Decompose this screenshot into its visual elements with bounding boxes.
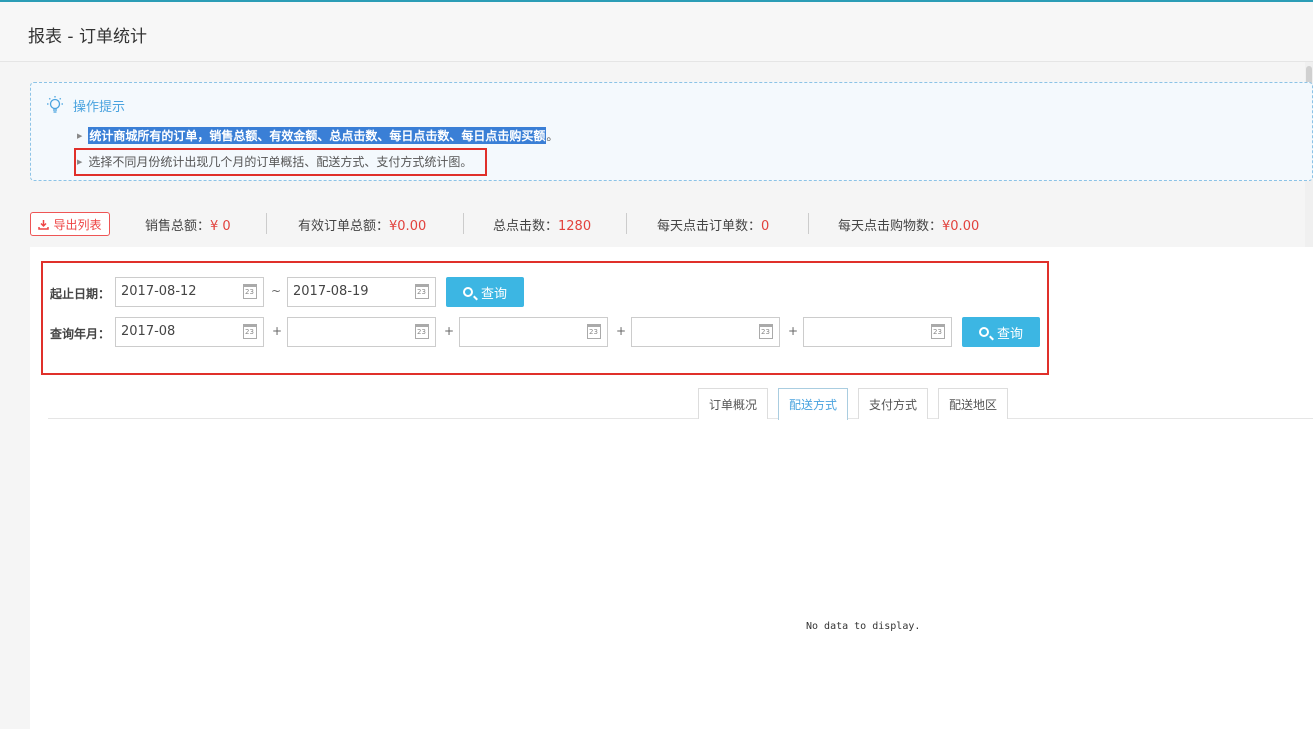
tips-title: 操作提示: [73, 99, 126, 115]
divider: [463, 213, 464, 234]
tab-delivery-method[interactable]: 配送方式: [778, 388, 848, 420]
stat-valid-order-total: 有效订单总额：¥0.00: [298, 215, 426, 234]
lightbulb-icon: [47, 96, 63, 113]
tip-suffix: 。: [546, 129, 559, 143]
tab-order-overview[interactable]: 订单概况: [698, 388, 768, 419]
caret-right-icon: ▶: [77, 131, 83, 140]
page-header: 报表 - 订单统计: [0, 2, 1313, 62]
stat-label: 销售总额：: [145, 219, 211, 234]
tab-payment-method[interactable]: 支付方式: [858, 388, 928, 419]
stat-label: 有效订单总额：: [298, 219, 390, 234]
chart-empty-message: No data to display.: [806, 621, 921, 632]
stat-label: 每天点击购物数：: [838, 219, 943, 234]
tip-item: ▶ 统计商城所有的订单，销售总额、有效金额、总点击数、每日点击数、每日点击购买额…: [77, 127, 558, 144]
stat-label: 每天点击订单数：: [657, 219, 762, 234]
divider: [626, 213, 627, 234]
export-label: 导出列表: [53, 217, 102, 232]
highlight-box-filter: [41, 261, 1049, 375]
highlight-box-tip: [74, 148, 487, 176]
stat-daily-click-purchase: 每天点击购物数：¥0.00: [838, 215, 979, 234]
stats-bar: 导出列表 销售总额：¥ 0 有效订单总额：¥0.00 总点击数：1280 每天点…: [30, 211, 1030, 237]
page-title: 报表 - 订单统计: [28, 27, 147, 47]
tab-label: 配送地区: [948, 397, 997, 412]
tabs-divider: [48, 418, 1313, 419]
tab-label: 订单概况: [708, 397, 757, 412]
export-list-button[interactable]: 导出列表: [30, 212, 110, 236]
divider: [266, 213, 267, 234]
tab-label: 支付方式: [868, 397, 917, 412]
stat-value: ¥ 0: [210, 219, 231, 234]
download-icon: [38, 219, 50, 230]
tips-header: 操作提示: [45, 95, 125, 115]
stat-daily-click-orders: 每天点击订单数：0: [657, 215, 769, 234]
stat-value: 1280: [558, 219, 592, 234]
stat-label: 总点击数：: [493, 219, 559, 234]
divider: [808, 213, 809, 234]
stat-value: ¥0.00: [942, 219, 980, 234]
stat-sales-total: 销售总额：¥ 0: [145, 215, 231, 234]
tip-text-highlighted: 统计商城所有的订单，销售总额、有效金额、总点击数、每日点击数、每日点击购买额: [88, 127, 547, 144]
stat-value: ¥0.00: [389, 219, 427, 234]
tab-delivery-region[interactable]: 配送地区: [938, 388, 1008, 419]
stat-total-clicks: 总点击数：1280: [493, 215, 591, 234]
tab-label: 配送方式: [788, 398, 837, 412]
stat-value: 0: [761, 219, 770, 234]
